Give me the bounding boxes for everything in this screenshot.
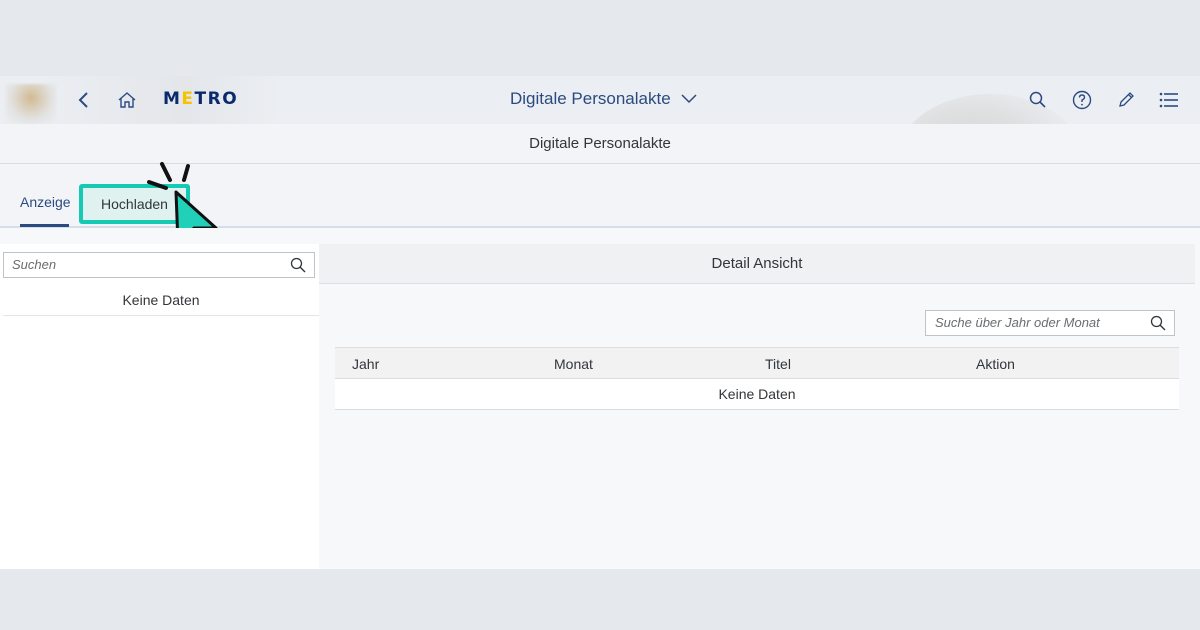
master-no-data: Keine Daten xyxy=(3,284,319,316)
column-header-monat[interactable]: Monat xyxy=(554,356,593,372)
menu-list-button[interactable] xyxy=(1157,88,1181,112)
back-icon xyxy=(78,92,88,108)
detail-title: Detail Ansicht xyxy=(319,244,1195,284)
search-input[interactable]: Suchen xyxy=(3,252,315,278)
edit-button[interactable] xyxy=(1114,88,1138,112)
detail-table: Jahr Monat Titel Aktion Keine Daten xyxy=(335,347,1179,410)
column-header-jahr[interactable]: Jahr xyxy=(352,356,379,372)
help-button[interactable] xyxy=(1070,88,1094,112)
search-icon[interactable] xyxy=(1150,315,1166,331)
search-button[interactable] xyxy=(1026,88,1050,112)
back-button[interactable] xyxy=(72,88,96,112)
help-icon xyxy=(1072,90,1092,110)
search-icon[interactable] xyxy=(290,257,306,273)
app-title: Digitale Personalakte xyxy=(510,89,671,108)
column-header-aktion[interactable]: Aktion xyxy=(976,356,1015,372)
page-title: Digitale Personalakte xyxy=(0,124,1200,164)
column-header-titel[interactable]: Titel xyxy=(765,356,791,372)
edit-icon xyxy=(1119,92,1134,107)
home-icon xyxy=(118,92,136,108)
avatar[interactable] xyxy=(6,84,56,124)
home-button[interactable] xyxy=(115,88,139,112)
header-background-image xyxy=(900,94,1080,124)
detail-panel: Detail Ansicht Suche über Jahr oder Mona… xyxy=(319,244,1195,569)
detail-search-input[interactable]: Suche über Jahr oder Monat xyxy=(925,310,1175,336)
detail-search-placeholder: Suche über Jahr oder Monat xyxy=(935,315,1100,330)
table-no-data: Keine Daten xyxy=(335,379,1179,410)
search-icon xyxy=(1029,91,1046,108)
app-title-menu[interactable]: Digitale Personalakte xyxy=(510,89,697,109)
chevron-down-icon xyxy=(681,94,697,104)
tab-selected-indicator xyxy=(20,224,69,227)
metro-logo[interactable]: METRO xyxy=(163,89,238,109)
tab-anzeige[interactable]: Anzeige xyxy=(20,194,71,210)
main-content: Suchen Keine Daten Detail Ansicht Suche … xyxy=(0,228,1200,569)
search-placeholder: Suchen xyxy=(12,257,57,272)
table-header: Jahr Monat Titel Aktion xyxy=(335,347,1179,379)
master-panel: Suchen Keine Daten xyxy=(0,244,319,569)
shell-header: METRO Digitale Personalakte xyxy=(0,76,1200,124)
menu-list-icon xyxy=(1159,92,1178,108)
